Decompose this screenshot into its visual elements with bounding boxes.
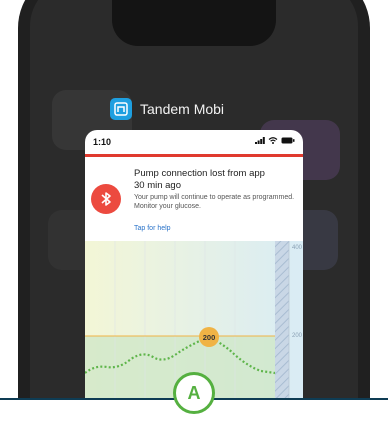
status-bar: 1:10 <box>85 130 303 156</box>
notification-title-text: Pump connection lost from app <box>134 168 265 179</box>
app-preview-card[interactable]: 1:10 Pump connection lost from app 30 mi… <box>85 130 303 400</box>
phone-notch <box>112 0 276 46</box>
future-region <box>275 241 289 400</box>
threshold-marker-label: 200 <box>203 333 216 342</box>
y-tick-label: 200 <box>292 333 303 339</box>
app-name: Tandem Mobi <box>140 101 225 117</box>
notification-banner[interactable]: Pump connection lost from app 30 min ago… <box>85 157 303 237</box>
app-switcher-header[interactable]: Tandem Mobi <box>110 98 224 120</box>
notification-age: 30 min ago <box>134 180 182 191</box>
notification-title: Pump connection lost from app 30 min ago <box>134 168 299 192</box>
battery-icon <box>281 137 295 144</box>
signal-icon <box>255 137 265 144</box>
wifi-icon <box>268 137 278 144</box>
callout-label: A <box>187 382 201 403</box>
callout-marker: A <box>173 372 215 414</box>
notification-body: Your pump will continue to operate as pr… <box>134 194 295 210</box>
bluetooth-icon <box>91 184 121 214</box>
status-time: 1:10 <box>93 137 112 147</box>
tap-for-help-link[interactable]: Tap for help <box>134 225 171 232</box>
y-tick-label: 400 <box>292 245 303 251</box>
app-icon <box>110 98 132 120</box>
